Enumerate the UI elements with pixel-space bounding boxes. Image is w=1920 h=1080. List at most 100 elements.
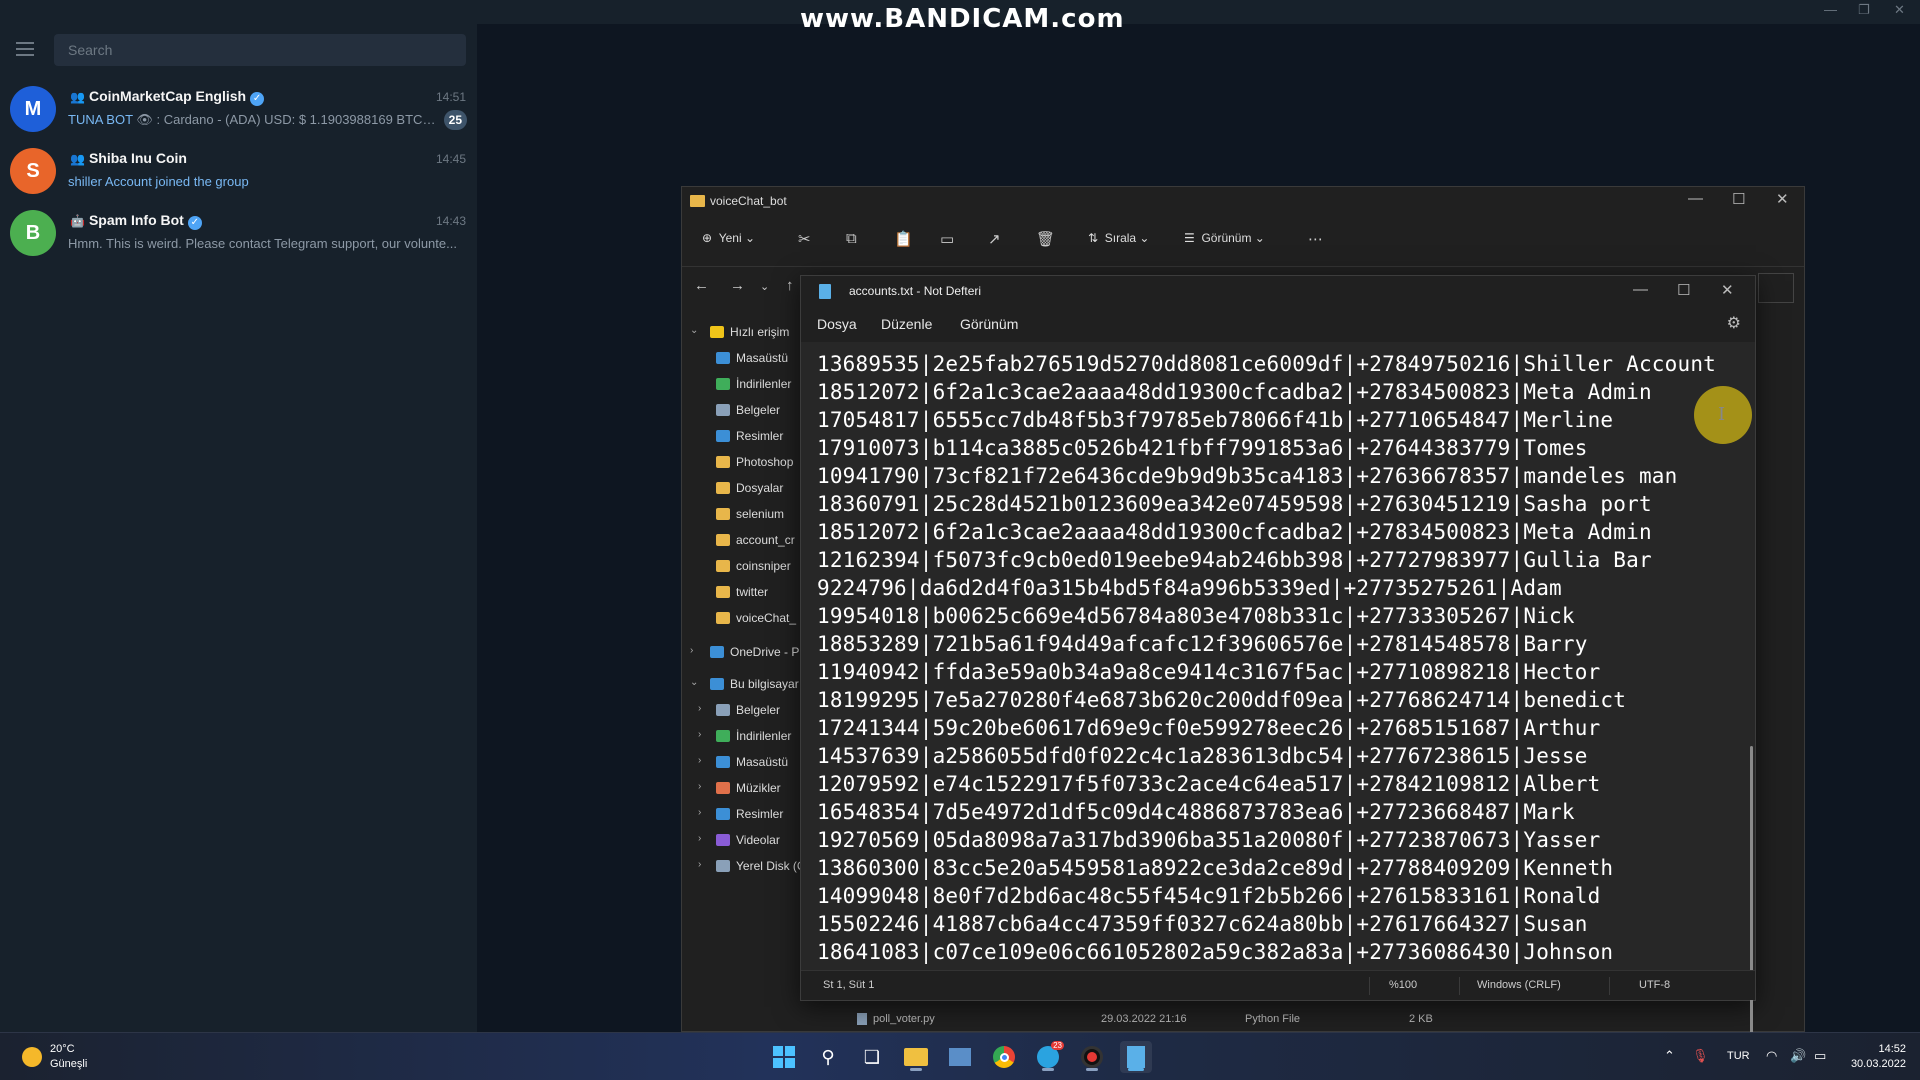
- folder-icon: [716, 586, 730, 598]
- tree-item[interactable]: OneDrive - P: [710, 639, 799, 665]
- tree-item-label: coinsniper: [736, 559, 791, 573]
- text-line: 15502246|41887cb6a4cc47359ff0327c624a80b…: [817, 912, 1588, 936]
- hamburger-menu-icon[interactable]: [16, 42, 38, 58]
- copy-icon[interactable]: ⧉: [846, 230, 857, 247]
- tree-item[interactable]: Belgeler: [716, 397, 780, 423]
- up-arrow-icon[interactable]: ↑: [786, 277, 794, 294]
- expand-chevron-icon[interactable]: ›: [698, 833, 701, 844]
- search-button[interactable]: ⚲: [812, 1041, 844, 1073]
- tree-item[interactable]: İndirilenler: [716, 723, 791, 749]
- tree-item[interactable]: voiceChat_: [716, 605, 796, 631]
- sort-button[interactable]: ⇅ Sırala ⌄: [1088, 231, 1149, 245]
- tree-item[interactable]: Resimler: [716, 423, 783, 449]
- folder-icon: [716, 430, 730, 442]
- expand-chevron-icon[interactable]: ›: [698, 859, 701, 870]
- tree-item[interactable]: Masaüstü: [716, 749, 788, 775]
- expand-chevron-icon[interactable]: ›: [698, 755, 701, 766]
- tree-item-label: selenium: [736, 507, 785, 521]
- paste-icon[interactable]: 📋: [894, 230, 913, 248]
- tree-item[interactable]: twitter: [716, 579, 768, 605]
- cut-icon[interactable]: ✂: [798, 230, 811, 248]
- battery-icon[interactable]: ▭: [1814, 1048, 1826, 1064]
- wifi-icon[interactable]: ◠: [1766, 1048, 1777, 1064]
- microphone-icon[interactable]: 🎙: [1692, 1048, 1709, 1064]
- minimize-icon[interactable]: —: [1824, 2, 1837, 17]
- restore-icon[interactable]: ❐: [1858, 2, 1870, 18]
- search-input[interactable]: Search: [54, 34, 466, 66]
- minimize-icon[interactable]: —: [1633, 281, 1648, 298]
- telegram-taskbar[interactable]: 23: [1032, 1041, 1064, 1073]
- input-language[interactable]: TUR: [1727, 1050, 1750, 1062]
- more-options-icon[interactable]: ⋯: [1308, 230, 1323, 248]
- tree-item[interactable]: Hızlı erişim: [710, 319, 789, 345]
- expand-chevron-icon[interactable]: ›: [698, 807, 701, 818]
- photos-taskbar[interactable]: [944, 1041, 976, 1073]
- encoding: UTF-8: [1639, 979, 1671, 991]
- volume-icon[interactable]: 🔊: [1790, 1048, 1806, 1064]
- chevron-up-icon[interactable]: ⌃: [1664, 1048, 1675, 1064]
- chat-item[interactable]: M 👥 CoinMarketCap English ✓ 14:51 TUNA BOT…: [0, 80, 477, 142]
- sun-icon[interactable]: [22, 1047, 42, 1067]
- bandicam-taskbar[interactable]: [1076, 1041, 1108, 1073]
- expand-chevron-icon[interactable]: ⌄: [690, 325, 698, 336]
- chat-item[interactable]: B 🤖 Spam Info Bot ✓ 14:43 Hmm. This is wei…: [0, 204, 477, 266]
- task-view-button[interactable]: ❏: [856, 1041, 888, 1073]
- menu-file[interactable]: Dosya: [817, 316, 857, 332]
- clock[interactable]: 14:52 30.03.2022: [1851, 1042, 1906, 1072]
- text-line: 18641083|c07ce109e06c661052802a59c382a83…: [817, 940, 1614, 964]
- maximize-icon[interactable]: ☐: [1677, 281, 1690, 299]
- tree-item[interactable]: account_cr: [716, 527, 795, 553]
- text-editor-area[interactable]: 13689535|2e25fab276519d5270dd8081ce6009d…: [801, 342, 1755, 972]
- notepad-window: accounts.txt - Not Defteri — ☐ ✕ Dosya D…: [800, 275, 1756, 1080]
- weather-widget[interactable]: 20°C Güneşli: [50, 1042, 87, 1072]
- tree-item[interactable]: coinsniper: [716, 553, 791, 579]
- notepad-title: accounts.txt - Not Defteri: [849, 284, 982, 298]
- tree-item[interactable]: Bu bilgisayar: [710, 671, 799, 697]
- tree-item[interactable]: Yerel Disk (C:): [716, 853, 812, 879]
- tree-item-label: Masaüstü: [736, 755, 789, 769]
- menu-view[interactable]: Görünüm: [960, 316, 1018, 332]
- text-line: 11940942|ffda3e59a0b34a9a8ce9414c3167f5a…: [817, 660, 1601, 684]
- chrome-taskbar[interactable]: [988, 1041, 1020, 1073]
- expand-chevron-icon[interactable]: ›: [698, 703, 701, 714]
- maximize-icon[interactable]: ☐: [1732, 190, 1745, 208]
- tree-item[interactable]: Belgeler: [716, 697, 780, 723]
- expand-chevron-icon[interactable]: ›: [698, 781, 701, 792]
- vertical-scrollbar[interactable]: [1750, 746, 1753, 1080]
- share-icon[interactable]: ↗: [988, 230, 1001, 248]
- tree-item[interactable]: İndirilenler: [716, 371, 791, 397]
- file-row[interactable]: poll_voter.py 29.03.2022 21:16 Python Fi…: [857, 1013, 1433, 1026]
- tree-item[interactable]: Resimler: [716, 801, 783, 827]
- search-box[interactable]: [1758, 273, 1794, 303]
- tree-item-label: Resimler: [736, 807, 784, 821]
- minimize-icon[interactable]: —: [1688, 190, 1703, 207]
- expand-chevron-icon[interactable]: ›: [698, 729, 701, 740]
- close-icon[interactable]: ✕: [1776, 190, 1789, 208]
- chat-name: 👥 Shiba Inu Coin: [70, 150, 187, 166]
- file-date: 29.03.2022 21:16: [1101, 1013, 1187, 1025]
- close-icon[interactable]: ✕: [1894, 2, 1905, 18]
- tree-item[interactable]: selenium: [716, 501, 784, 527]
- rename-icon[interactable]: ▭: [940, 230, 954, 248]
- tree-item[interactable]: Photoshop: [716, 449, 793, 475]
- tree-item[interactable]: Videolar: [716, 827, 780, 853]
- recent-chevron-icon[interactable]: ⌄: [760, 280, 769, 293]
- expand-chevron-icon[interactable]: ›: [690, 645, 693, 656]
- file-explorer-taskbar[interactable]: [900, 1041, 932, 1073]
- menu-edit[interactable]: Düzenle: [881, 316, 932, 332]
- tree-item[interactable]: Dosyalar: [716, 475, 783, 501]
- tree-item[interactable]: Masaüstü: [716, 345, 788, 371]
- notepad-taskbar[interactable]: [1120, 1041, 1152, 1073]
- new-button[interactable]: ⊕ Yeni ⌄: [702, 231, 755, 245]
- chat-item[interactable]: S 👥 Shiba Inu Coin 14:45 shiller Account …: [0, 142, 477, 204]
- delete-icon[interactable]: 🗑: [1036, 230, 1055, 248]
- close-icon[interactable]: ✕: [1721, 281, 1734, 299]
- back-arrow-icon[interactable]: ←: [694, 277, 709, 294]
- forward-arrow-icon[interactable]: →: [730, 277, 745, 294]
- expand-chevron-icon[interactable]: ⌄: [690, 677, 698, 688]
- start-button[interactable]: [768, 1041, 800, 1073]
- settings-gear-icon[interactable]: ⚙: [1727, 313, 1741, 333]
- view-button[interactable]: ☰ Görünüm ⌄: [1184, 231, 1265, 245]
- tree-item[interactable]: Müzikler: [716, 775, 781, 801]
- folder-icon: [716, 860, 730, 872]
